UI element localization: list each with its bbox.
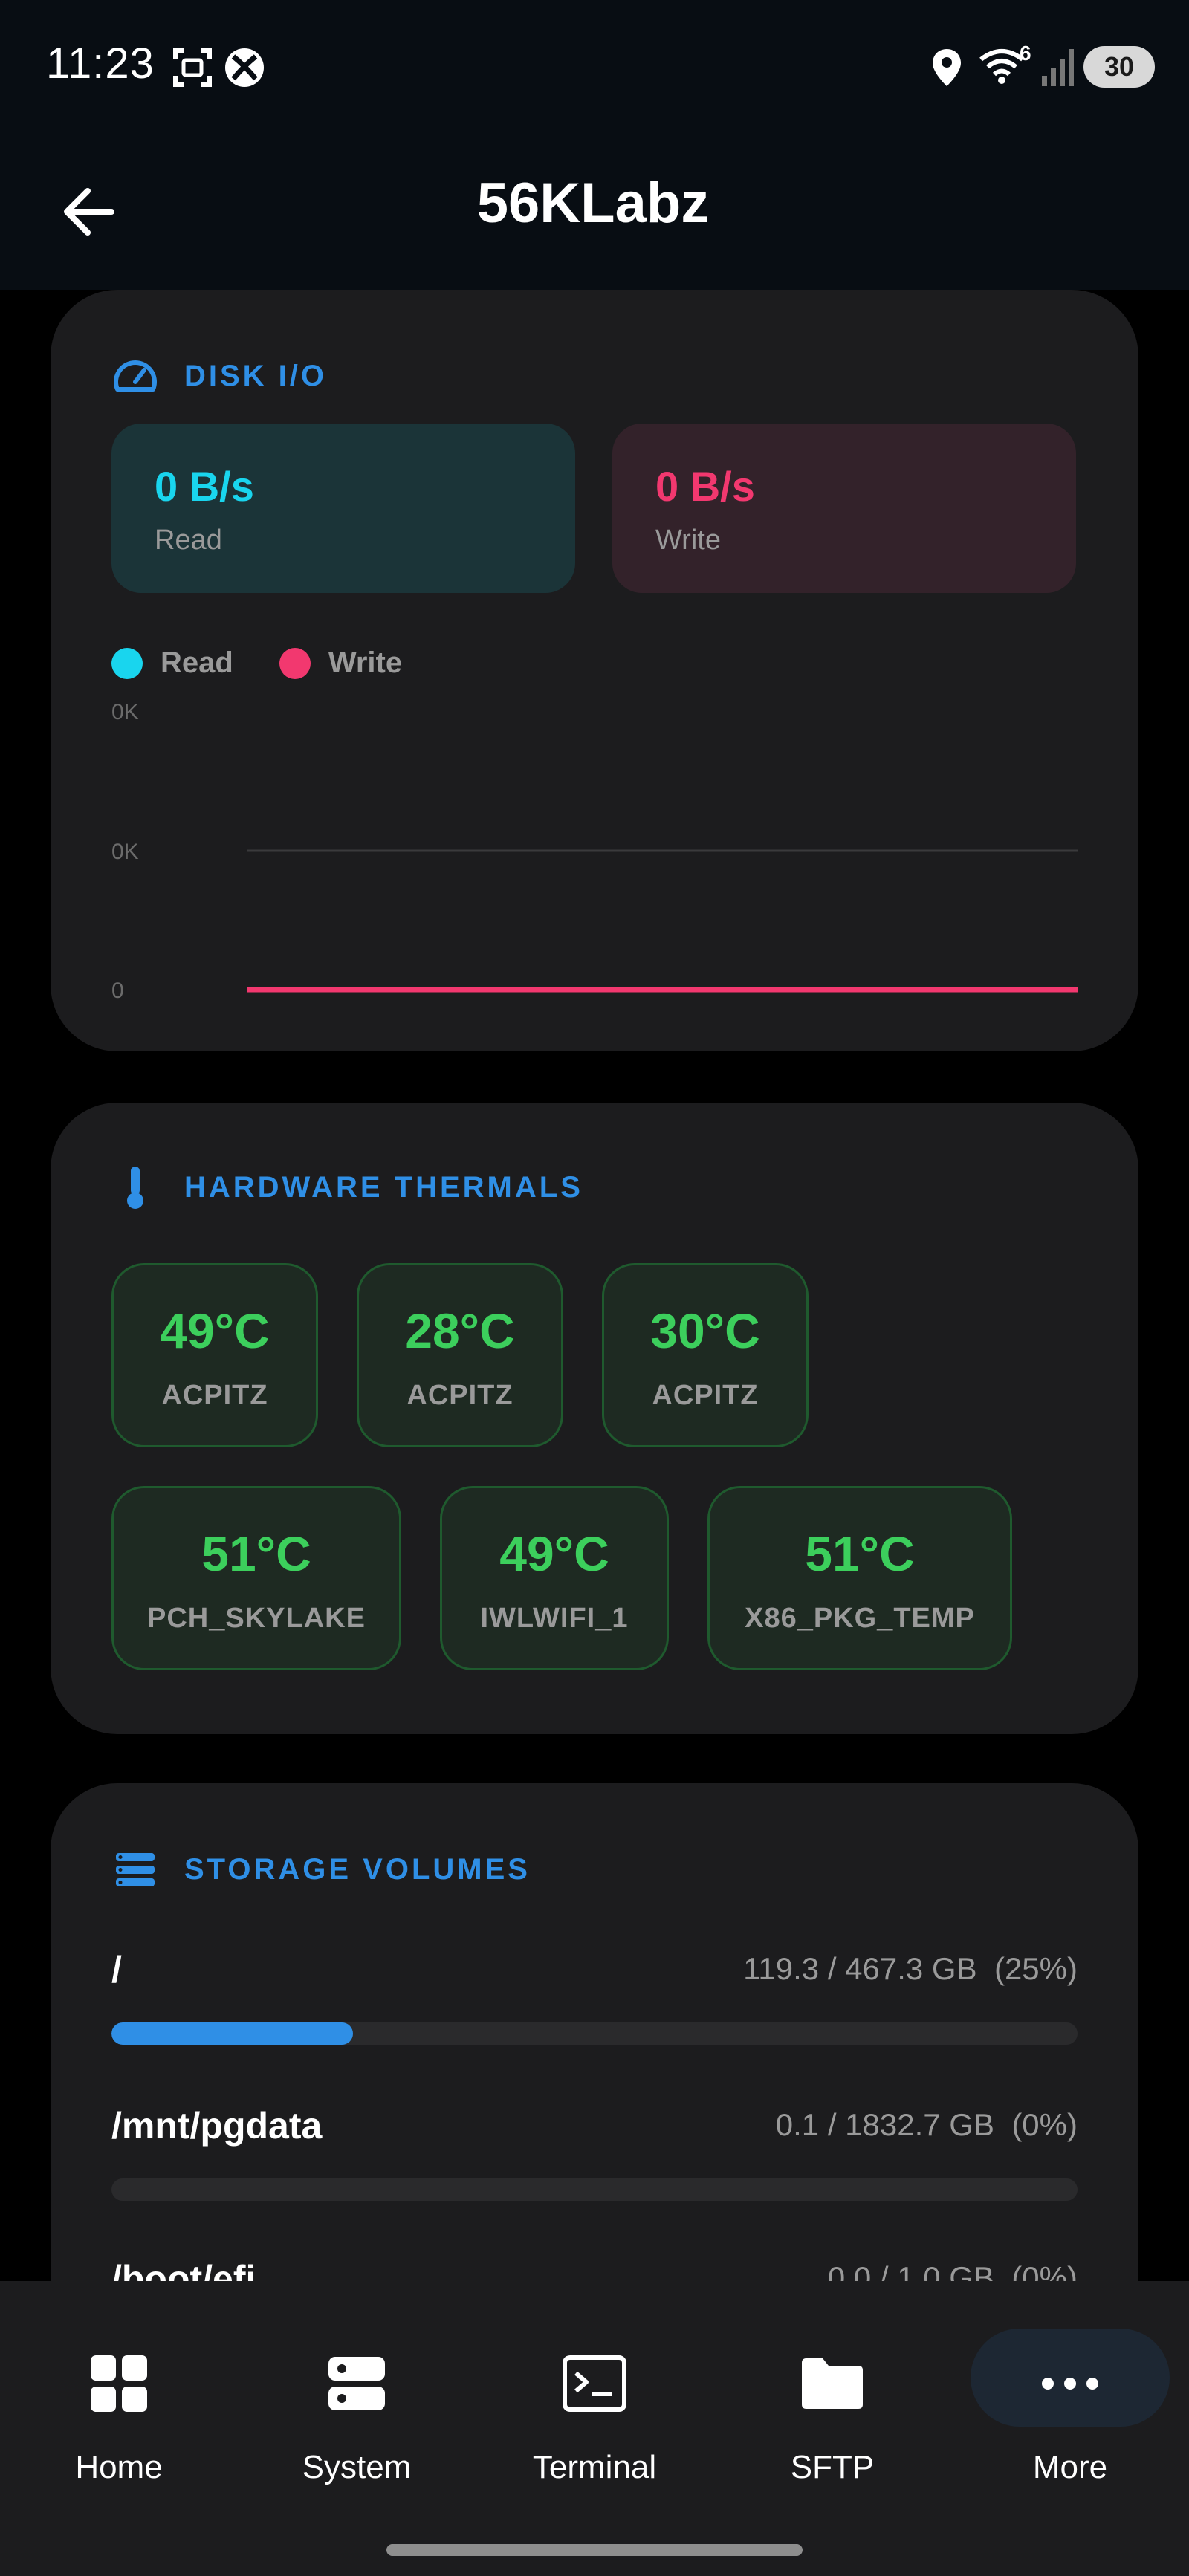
- server-icon: [238, 2346, 476, 2421]
- status-time: 11:23: [46, 39, 155, 88]
- folder-icon: [713, 2346, 951, 2421]
- thermals-header: HARDWARE THERMALS: [111, 1164, 583, 1211]
- y-tick-top: 0K: [111, 700, 139, 724]
- volume-name: /mnt/pgdata: [111, 2105, 323, 2147]
- thermal-temp: 49°C: [160, 1303, 270, 1358]
- nav-home[interactable]: Home: [0, 2281, 238, 2504]
- thermal-temp: 28°C: [405, 1303, 515, 1358]
- nav-system[interactable]: System: [238, 2281, 476, 2504]
- app-bar: 56KLabz: [0, 134, 1189, 290]
- more-dots-icon: [951, 2346, 1189, 2421]
- nav-home-label: Home: [75, 2449, 163, 2485]
- nav-sftp[interactable]: SFTP: [713, 2281, 951, 2504]
- screenshot-icon: [173, 48, 212, 87]
- nav-terminal-label: Terminal: [532, 2449, 657, 2485]
- thermal-sensor: 30°C ACPITZ: [602, 1263, 809, 1447]
- storage-title: STORAGE VOLUMES: [184, 1852, 531, 1886]
- location-icon: [933, 49, 961, 86]
- disk-io-chart: 0K 0K 0: [111, 700, 1078, 1003]
- thermal-sensor-name: PCH_SKYLAKE: [147, 1603, 366, 1634]
- terminal-icon: [476, 2346, 713, 2421]
- thermal-sensor: 28°C ACPITZ: [357, 1263, 563, 1447]
- thermal-sensor: 51°C X86_PKG_TEMP: [707, 1486, 1012, 1670]
- home-indicator: [386, 2544, 803, 2556]
- nav-sftp-label: SFTP: [790, 2449, 875, 2485]
- thermal-sensor-name: IWLWIFI_1: [480, 1603, 629, 1634]
- storage-card: STORAGE VOLUMES / 119.3 / 467.3 GB (25%)…: [51, 1783, 1138, 2348]
- nav-system-label: System: [302, 2449, 412, 2485]
- thermal-temp: 30°C: [650, 1303, 760, 1358]
- thermal-temp: 51°C: [805, 1526, 915, 1581]
- thermal-sensor-name: ACPITZ: [161, 1380, 268, 1411]
- thermal-sensor: 51°C PCH_SKYLAKE: [111, 1486, 401, 1670]
- nav-more[interactable]: More: [951, 2281, 1189, 2504]
- thermal-sensor-name: ACPITZ: [406, 1380, 513, 1411]
- thermal-temp: 51°C: [201, 1526, 311, 1581]
- y-tick-mid: 0K: [111, 840, 139, 864]
- thermal-sensor: 49°C ACPITZ: [111, 1263, 318, 1447]
- volume-usage-bar: [111, 2022, 1078, 2045]
- wifi-icon: [979, 49, 1024, 84]
- nav-more-label: More: [1032, 2449, 1108, 2485]
- volume-usage-bar: [111, 2178, 1078, 2201]
- storage-stack-icon: [111, 1846, 159, 1893]
- thermal-sensor: 49°C IWLWIFI_1: [440, 1486, 669, 1670]
- thermal-temp: 49°C: [499, 1526, 609, 1581]
- nav-terminal[interactable]: Terminal: [476, 2281, 713, 2504]
- thermal-sensor-name: ACPITZ: [652, 1380, 759, 1411]
- status-bar: 11:23 6 30: [0, 0, 1189, 134]
- thermals-title: HARDWARE THERMALS: [184, 1170, 583, 1204]
- volume-name: /: [111, 1949, 122, 1991]
- cell-signal-icon: [1042, 49, 1074, 86]
- volume-usage: 119.3 / 467.3 GB (25%): [743, 1951, 1078, 1986]
- wifi-generation-label: 6: [1020, 42, 1031, 65]
- thermal-row-1: 49°C ACPITZ 28°C ACPITZ 30°C ACPITZ: [111, 1263, 847, 1447]
- page-title-text: 56KLabz: [476, 172, 710, 235]
- battery-indicator: 30: [1083, 46, 1155, 88]
- thermal-row-2: 51°C PCH_SKYLAKE 49°C IWLWIFI_1 51°C X86…: [111, 1486, 1051, 1670]
- grid-icon: [0, 2346, 238, 2421]
- thermal-sensor-name: X86_PKG_TEMP: [745, 1603, 975, 1634]
- bottom-navigation: Home System Terminal SFTP More: [0, 2281, 1189, 2576]
- storage-header: STORAGE VOLUMES: [111, 1846, 531, 1893]
- volume-usage: 0.1 / 1832.7 GB (0%): [775, 2107, 1078, 2142]
- xbox-icon: [225, 48, 264, 87]
- page-title: 56KLabz: [0, 171, 1189, 236]
- thermometer-icon: [111, 1164, 159, 1211]
- thermals-card: HARDWARE THERMALS 49°C ACPITZ 28°C ACPIT…: [51, 1103, 1138, 1734]
- y-tick-bottom: 0: [111, 979, 124, 1003]
- disk-io-card: DISK I/O 0 B/s Read 0 B/s Write Read Wri…: [51, 290, 1138, 1051]
- volume-usage-fill: [111, 2022, 353, 2045]
